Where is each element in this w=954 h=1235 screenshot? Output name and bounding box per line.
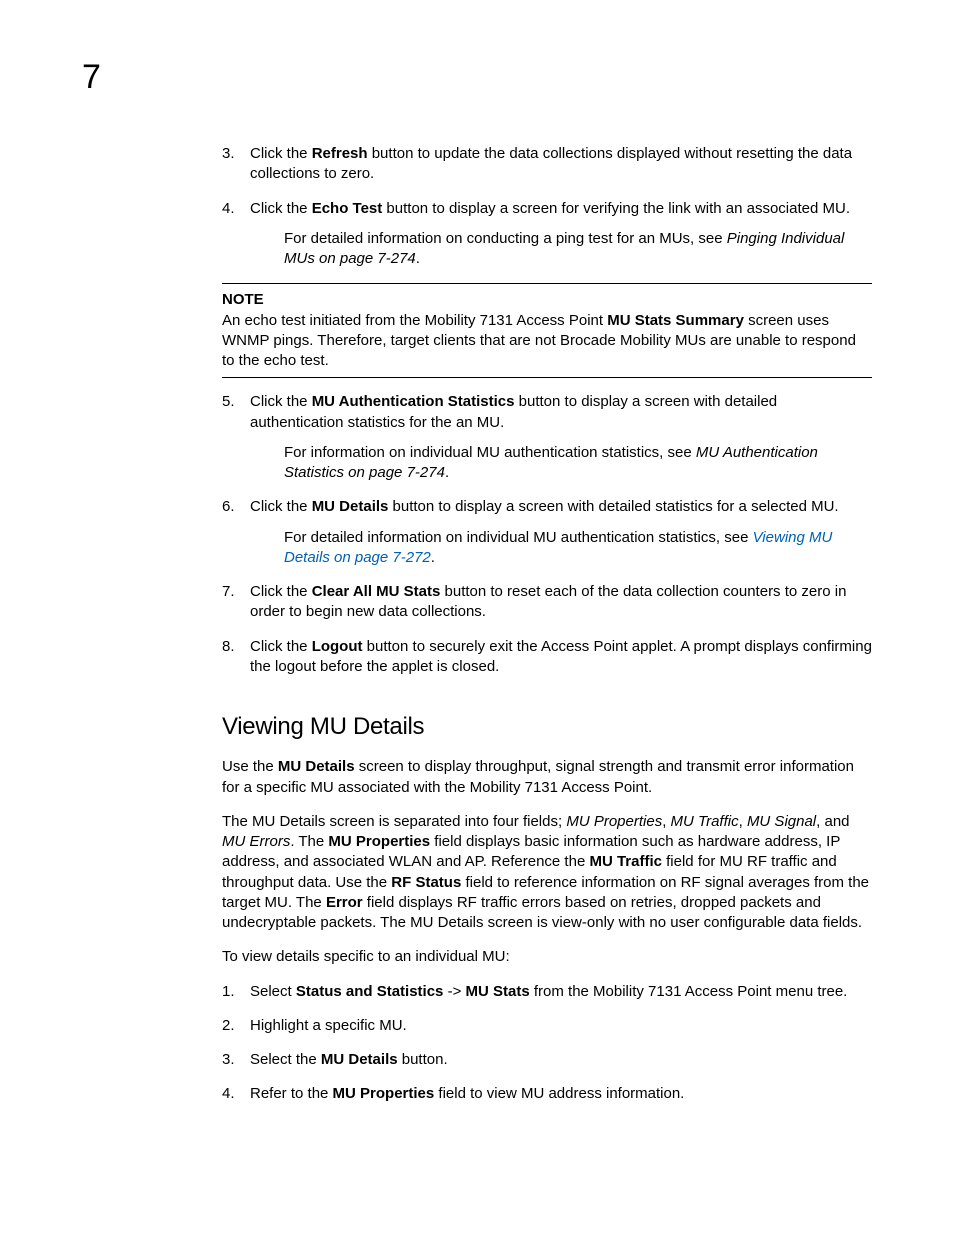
step-number: 3.: [222, 1050, 250, 1070]
step-body: Click the MU Authentication Statistics b…: [250, 392, 872, 483]
text: Select: [250, 983, 296, 1000]
step-subtext: For information on individual MU authent…: [284, 443, 872, 484]
text: ->: [443, 983, 465, 1000]
text: An echo test initiated from the Mobility…: [222, 312, 607, 329]
text: button to display a screen for verifying…: [382, 200, 850, 217]
text: Click the: [250, 638, 312, 655]
ui-label: MU Details: [321, 1051, 398, 1068]
step-subtext: For detailed information on conducting a…: [284, 229, 872, 270]
steps-list-c: 1. Select Status and Statistics -> MU St…: [222, 982, 872, 1105]
text: Click the: [250, 145, 312, 162]
step-number: 1.: [222, 982, 250, 1002]
paragraph: The MU Details screen is separated into …: [222, 812, 872, 934]
page: 7 3. Click the Refresh button to update …: [0, 0, 954, 1235]
step-7: 7. Click the Clear All MU Stats button t…: [222, 582, 872, 623]
chapter-number: 7: [82, 60, 872, 94]
text: .: [445, 464, 449, 481]
step-body: Click the MU Details button to display a…: [250, 497, 872, 568]
text: Use the: [222, 758, 278, 775]
step-body: Click the Clear All MU Stats button to r…: [250, 582, 872, 623]
ui-label: Error: [326, 894, 363, 911]
step-body: Click the Echo Test button to display a …: [250, 199, 872, 270]
text: Click the: [250, 393, 312, 410]
text: .: [416, 250, 420, 267]
text: from the Mobility 7131 Access Point menu…: [530, 983, 848, 1000]
step-subtext: For detailed information on individual M…: [284, 528, 872, 569]
step-number: 7.: [222, 582, 250, 623]
ui-label: Echo Test: [312, 200, 383, 217]
step-body: Refer to the MU Properties field to view…: [250, 1084, 872, 1104]
step-number: 5.: [222, 392, 250, 483]
step-3: 3. Click the Refresh button to update th…: [222, 144, 872, 185]
note-label: NOTE: [222, 290, 872, 310]
field-name: MU Traffic: [671, 813, 739, 830]
ui-label: MU Stats Summary: [607, 312, 744, 329]
step-number: 4.: [222, 1084, 250, 1104]
text: button.: [398, 1051, 448, 1068]
step-body: Highlight a specific MU.: [250, 1016, 872, 1036]
ui-label: MU Properties: [328, 833, 430, 850]
text: ,: [739, 813, 747, 830]
text: . The: [290, 833, 328, 850]
text: For information on individual MU authent…: [284, 444, 696, 461]
ui-label: MU Details: [278, 758, 355, 775]
text: Click the: [250, 200, 312, 217]
step-number: 2.: [222, 1016, 250, 1036]
step-body: Select the MU Details button.: [250, 1050, 872, 1070]
step-number: 8.: [222, 637, 250, 678]
text: The MU Details screen is separated into …: [222, 813, 566, 830]
ui-label: MU Traffic: [589, 853, 662, 870]
step-body: Click the Logout button to securely exit…: [250, 637, 872, 678]
text: For detailed information on conducting a…: [284, 230, 727, 247]
ui-label: MU Properties: [333, 1085, 435, 1102]
text: Click the: [250, 498, 312, 515]
step-c2: 2. Highlight a specific MU.: [222, 1016, 872, 1036]
ui-label: RF Status: [391, 874, 461, 891]
step-6: 6. Click the MU Details button to displa…: [222, 497, 872, 568]
text: Refer to the: [250, 1085, 333, 1102]
ui-label: MU Details: [312, 498, 389, 515]
step-body: Select Status and Statistics -> MU Stats…: [250, 982, 872, 1002]
ui-label: Status and Statistics: [296, 983, 444, 1000]
ui-label: MU Authentication Statistics: [312, 393, 515, 410]
text: field to view MU address information.: [434, 1085, 684, 1102]
ui-label: MU Stats: [466, 983, 530, 1000]
step-5: 5. Click the MU Authentication Statistic…: [222, 392, 872, 483]
step-body: Click the Refresh button to update the d…: [250, 144, 872, 185]
paragraph: Use the MU Details screen to display thr…: [222, 757, 872, 798]
note-text: An echo test initiated from the Mobility…: [222, 311, 872, 372]
steps-list-a: 3. Click the Refresh button to update th…: [222, 144, 872, 269]
rule: [222, 283, 872, 284]
step-4: 4. Click the Echo Test button to display…: [222, 199, 872, 270]
step-number: 4.: [222, 199, 250, 270]
step-number: 3.: [222, 144, 250, 185]
text: .: [431, 549, 435, 566]
step-c3: 3. Select the MU Details button.: [222, 1050, 872, 1070]
step-8: 8. Click the Logout button to securely e…: [222, 637, 872, 678]
note-block: NOTE An echo test initiated from the Mob…: [222, 283, 872, 378]
paragraph: To view details specific to an individua…: [222, 947, 872, 967]
rule: [222, 377, 872, 378]
field-name: MU Signal: [747, 813, 816, 830]
text: Select the: [250, 1051, 321, 1068]
text: , and: [816, 813, 849, 830]
field-name: MU Errors: [222, 833, 290, 850]
field-name: MU Properties: [566, 813, 662, 830]
step-c1: 1. Select Status and Statistics -> MU St…: [222, 982, 872, 1002]
ui-label: Clear All MU Stats: [312, 583, 441, 600]
content-column: 3. Click the Refresh button to update th…: [222, 144, 872, 1105]
ui-label: Refresh: [312, 145, 368, 162]
text: button to display a screen with detailed…: [388, 498, 838, 515]
text: ,: [662, 813, 670, 830]
text: For detailed information on individual M…: [284, 529, 753, 546]
text: Click the: [250, 583, 312, 600]
step-c4: 4. Refer to the MU Properties field to v…: [222, 1084, 872, 1104]
step-number: 6.: [222, 497, 250, 568]
ui-label: Logout: [312, 638, 363, 655]
section-heading: Viewing MU Details: [222, 711, 872, 743]
steps-list-b: 5. Click the MU Authentication Statistic…: [222, 392, 872, 677]
text: Highlight a specific MU.: [250, 1017, 407, 1034]
